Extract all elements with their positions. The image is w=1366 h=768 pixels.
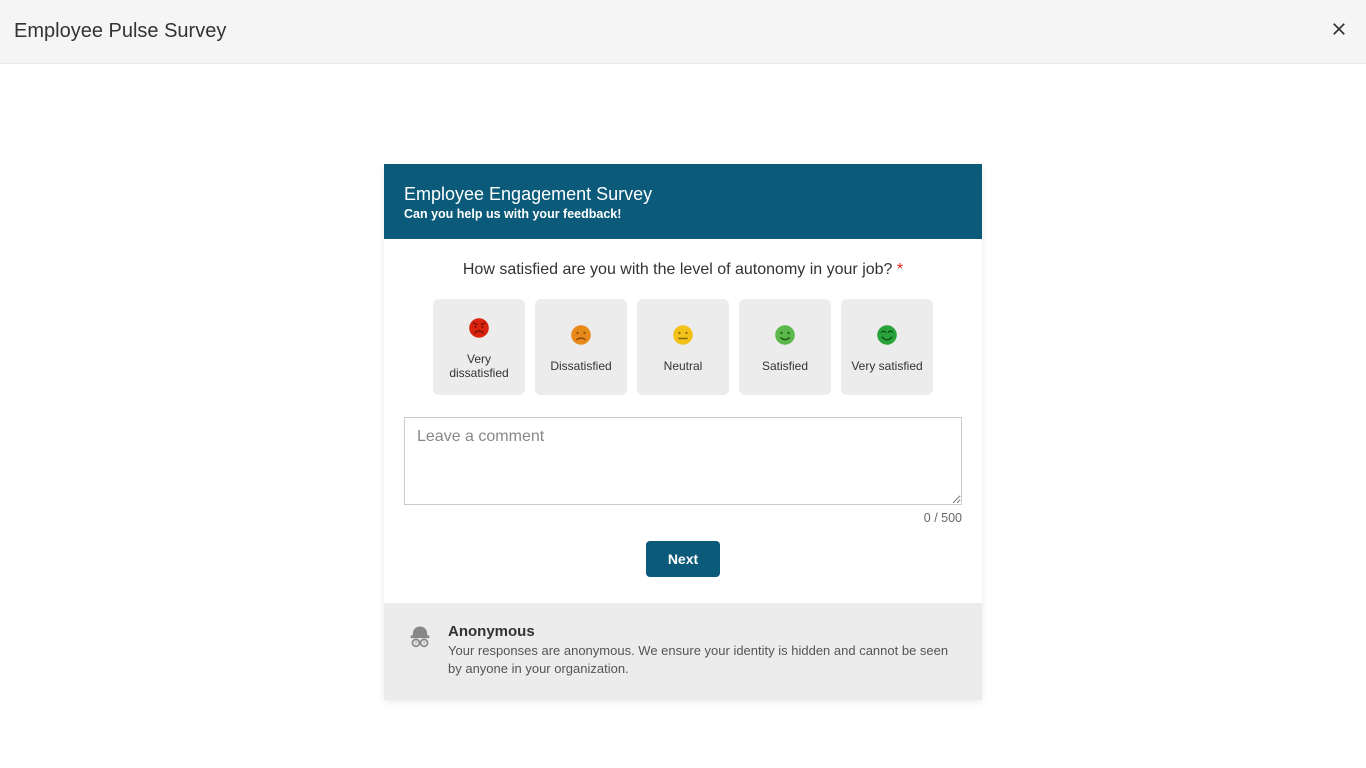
svg-text:?: ? (423, 641, 426, 646)
anonymous-icon: ? ? (406, 623, 434, 656)
next-button[interactable]: Next (646, 541, 720, 577)
face-very-satisfied-icon (873, 321, 901, 349)
survey-subtitle: Can you help us with your feedback! (404, 207, 962, 221)
rating-label: Satisfied (762, 359, 808, 373)
face-satisfied-icon (771, 321, 799, 349)
anonymous-text: Anonymous Your responses are anonymous. … (448, 623, 960, 678)
face-neutral-icon (669, 321, 697, 349)
top-bar: Employee Pulse Survey (0, 0, 1366, 64)
rating-label: Very dissatisfied (437, 352, 521, 381)
survey-footer: ? ? Anonymous Your responses are anonymo… (384, 603, 982, 700)
rating-label: Dissatisfied (550, 359, 611, 373)
question-text: How satisfied are you with the level of … (404, 261, 962, 279)
page-title: Employee Pulse Survey (14, 20, 226, 43)
face-very-dissatisfied-icon (465, 314, 493, 342)
survey-title: Employee Engagement Survey (404, 184, 962, 205)
survey-card: Employee Engagement Survey Can you help … (384, 164, 982, 700)
required-marker: * (897, 261, 903, 278)
anonymous-desc: Your responses are anonymous. We ensure … (448, 642, 960, 678)
rating-satisfied[interactable]: Satisfied (739, 299, 831, 395)
comment-input[interactable] (404, 417, 962, 505)
rating-row: Very dissatisfied Dissatisfied (404, 299, 962, 395)
rating-very-satisfied[interactable]: Very satisfied (841, 299, 933, 395)
rating-label: Neutral (664, 359, 703, 373)
char-count: 0 / 500 (404, 511, 962, 525)
question-label: How satisfied are you with the level of … (463, 261, 893, 278)
rating-very-dissatisfied[interactable]: Very dissatisfied (433, 299, 525, 395)
survey-body: How satisfied are you with the level of … (384, 239, 982, 603)
rating-dissatisfied[interactable]: Dissatisfied (535, 299, 627, 395)
survey-header: Employee Engagement Survey Can you help … (384, 164, 982, 239)
svg-text:?: ? (414, 641, 417, 646)
face-dissatisfied-icon (567, 321, 595, 349)
rating-label: Very satisfied (851, 359, 922, 373)
anonymous-title: Anonymous (448, 623, 960, 640)
rating-neutral[interactable]: Neutral (637, 299, 729, 395)
close-button[interactable] (1326, 16, 1352, 47)
close-icon (1330, 25, 1348, 42)
